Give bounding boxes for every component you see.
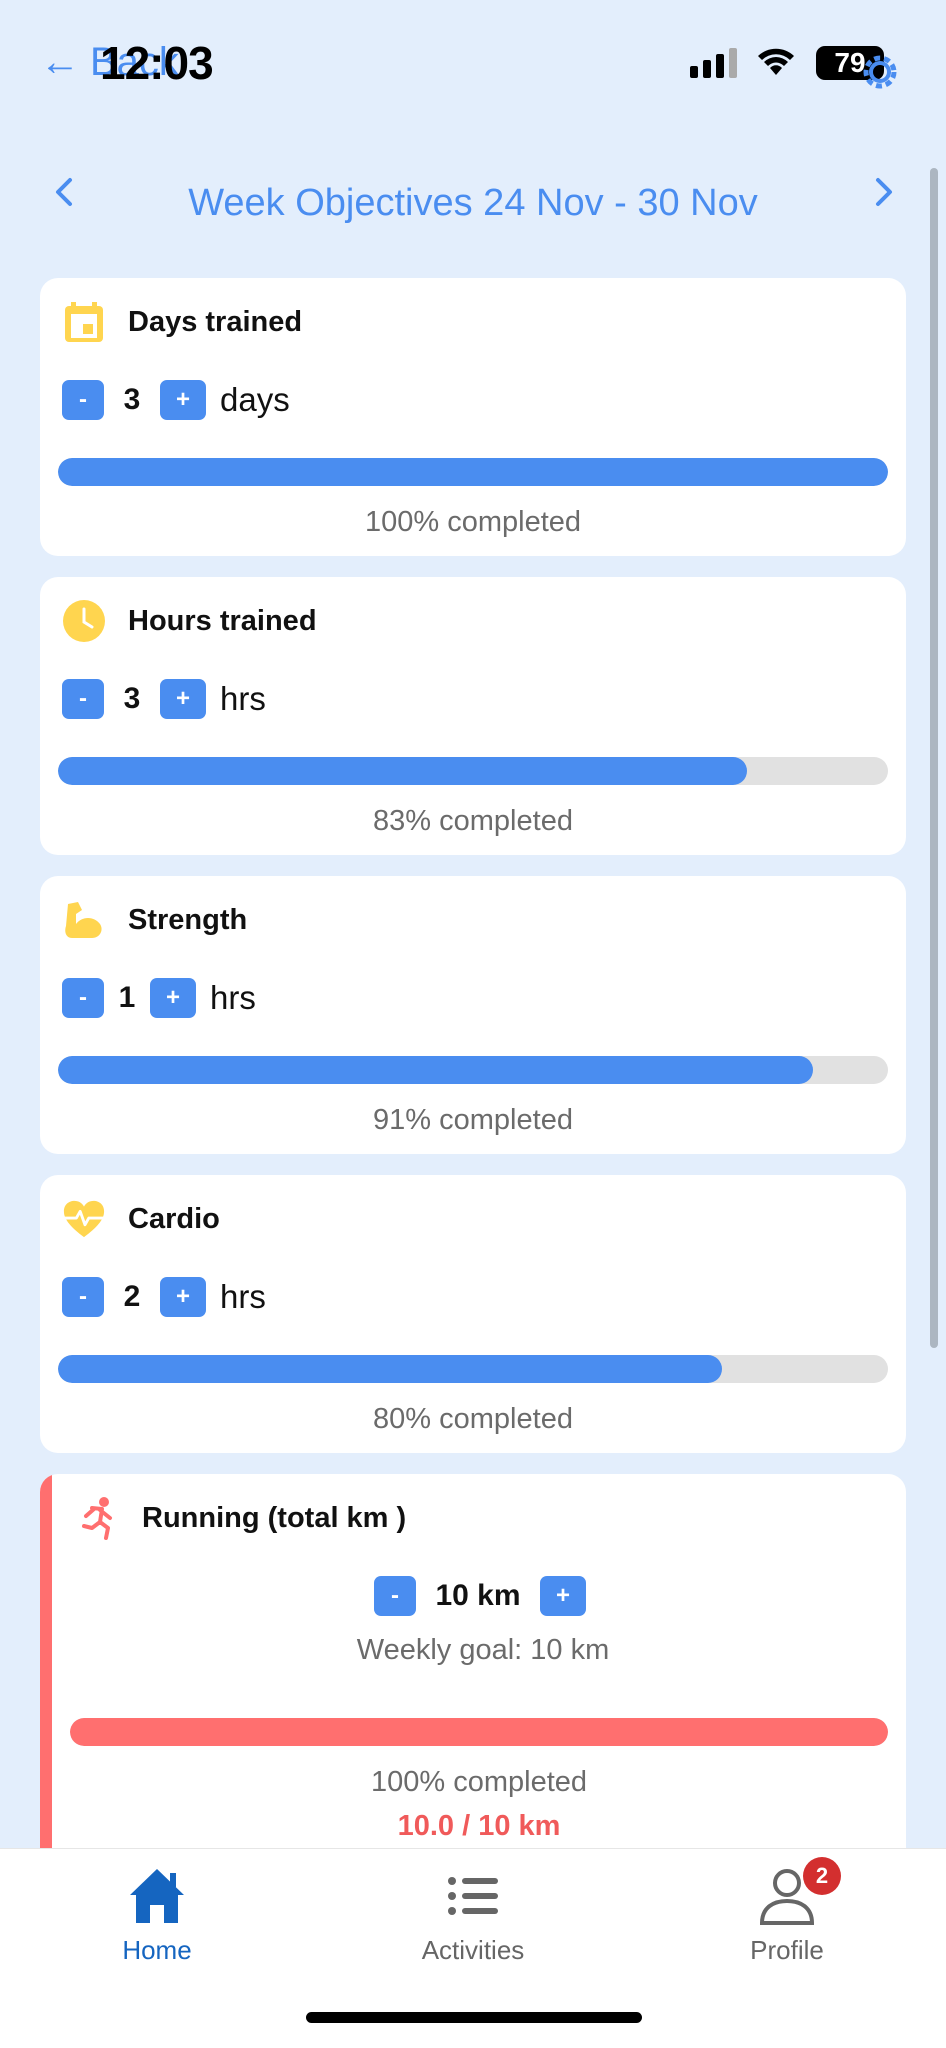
objective-value: 1 [118,981,136,1014]
objective-title: Strength [128,903,248,936]
increment-button[interactable]: + [160,679,206,719]
decrement-button[interactable]: - [62,679,104,719]
tab-profile[interactable]: 2 Profile [687,1857,887,1966]
decrement-button[interactable]: - [62,380,104,420]
back-arrow-icon: ← [40,40,80,84]
completion-text: 83% completed [373,805,573,837]
objective-value: 3 [123,383,141,416]
completion-text: 100% completed [364,506,582,538]
objective-title: Cardio [128,1202,220,1235]
objective-value: 3 [123,682,141,715]
scrollbar[interactable] [930,168,938,1348]
page-title: Week Objectives 24 Nov - 30 Nov [188,182,758,224]
list-icon [448,1877,498,1915]
calendar-icon [62,300,106,344]
increment-button[interactable]: + [150,978,196,1018]
progress-bar [58,757,888,785]
chevron-right-icon[interactable] [862,172,902,212]
heartbeat-icon [62,1197,106,1241]
objective-unit: hrs [220,1278,266,1315]
progress-fill [58,757,747,785]
status-time: 12:03 [100,37,214,89]
tab-home[interactable]: Home [57,1865,257,1966]
bicep-icon [62,898,106,942]
completion-text: 100% completed [370,1766,588,1798]
objective-title: Hours trained [128,604,317,637]
running-card: Running (total km ) - 10 km + Weekly goa… [40,1474,906,1854]
increment-button[interactable]: + [540,1576,586,1616]
home-indicator [306,2012,642,2023]
weekly-goal-text: Weekly goal: 10 km [356,1634,610,1666]
tab-label: Activities [421,1935,525,1965]
tab-activities[interactable]: Activities [373,1865,573,1966]
decrement-button[interactable]: - [62,1277,104,1317]
objective-unit: hrs [220,680,266,717]
objective-card-days: Days trained - 3 + days 100% completed [40,278,906,556]
increment-button[interactable]: + [160,1277,206,1317]
running-icon [76,1496,120,1540]
gear-icon[interactable] [858,50,902,94]
tab-label: Profile [750,1935,824,1965]
progress-bar [58,1056,888,1084]
signal-icon [690,48,737,78]
objective-unit: hrs [210,979,256,1016]
increment-button[interactable]: + [160,380,206,420]
home-icon [130,1869,184,1923]
progress-bar [58,458,888,486]
completion-text: 91% completed [373,1104,573,1136]
objective-unit: days [220,381,290,418]
progress-bar [70,1718,888,1746]
progress-fill [58,1056,814,1084]
objective-card-strength: Strength - 1 + hrs 91% completed [40,876,906,1154]
decrement-button[interactable]: - [374,1576,416,1616]
tab-label: Home [122,1935,192,1965]
notification-badge: 2 [803,1857,841,1895]
objective-title: Days trained [128,305,303,338]
objective-card-cardio: Cardio - 2 + hrs 80% completed [40,1175,906,1453]
clock-icon [62,599,106,643]
progress-bar [58,1355,888,1383]
running-title: Running (total km ) [142,1501,407,1534]
status-bar: ← Back 12:03 79 [0,0,946,120]
progress-fill [70,1718,888,1746]
wifi-icon [758,48,794,75]
running-value: 10 km [435,1579,521,1612]
progress-fill [58,458,888,486]
decrement-button[interactable]: - [62,978,104,1018]
objective-value: 2 [123,1280,141,1313]
objective-card-hours: Hours trained - 3 + hrs 83% completed [40,577,906,855]
progress-fill [58,1355,722,1383]
week-navigator: Week Objectives 24 Nov - 30 Nov [0,160,946,250]
running-total: 10.0 / 10 km [397,1810,561,1842]
completion-text: 80% completed [373,1403,573,1435]
